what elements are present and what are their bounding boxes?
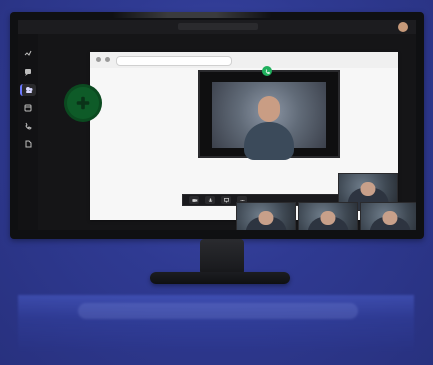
browser-nav-buttons[interactable] [96, 57, 112, 63]
share-screen-icon [223, 197, 229, 203]
back-icon[interactable] [96, 57, 101, 62]
main-participant-video [212, 82, 326, 160]
chat-icon [25, 69, 31, 76]
teams-logo-circle [64, 84, 102, 122]
monitor-reflection [18, 295, 414, 353]
participant-thumbnail[interactable] [236, 202, 296, 230]
rail-activity-button[interactable] [22, 48, 34, 60]
call-status-icon [262, 66, 272, 76]
thumbnail-face [320, 210, 336, 225]
monitor-glare [112, 12, 272, 18]
teams-icon [26, 87, 33, 93]
thumbnail-face [360, 181, 376, 196]
microphone-icon [208, 197, 212, 202]
camera-button[interactable] [189, 196, 199, 204]
forward-icon[interactable] [105, 57, 110, 62]
rail-calls-button[interactable] [22, 120, 34, 132]
rail-teams-button[interactable] [20, 84, 36, 96]
browser-toolbar [90, 52, 398, 69]
teams-search-input[interactable] [178, 23, 258, 30]
camera-icon [191, 198, 197, 202]
share-button[interactable] [221, 196, 231, 204]
browser-address-bar[interactable] [116, 56, 232, 66]
teams-main-area [38, 34, 416, 230]
monitor-screen [18, 20, 416, 230]
user-avatar[interactable] [398, 22, 408, 32]
phone-icon [265, 68, 270, 74]
calls-icon [25, 122, 32, 130]
calendar-icon [24, 104, 32, 112]
reflection-highlight [78, 303, 358, 319]
mic-button[interactable] [205, 196, 215, 204]
monitor-stand-base [150, 272, 290, 284]
teams-top-bar [18, 20, 416, 34]
participant-thumbnail[interactable] [298, 202, 358, 230]
teams-logo-icon [76, 96, 90, 110]
activity-icon [24, 50, 32, 56]
participant-body [244, 122, 294, 160]
monitor-stand-neck [200, 239, 244, 275]
teams-app-rail [18, 34, 39, 230]
participant-thumbnail[interactable] [360, 202, 416, 230]
thumbnail-face [258, 210, 274, 225]
rail-chat-button[interactable] [22, 66, 34, 78]
rail-files-button[interactable] [22, 138, 34, 150]
meeting-video-window [198, 66, 340, 160]
rail-calendar-button[interactable] [22, 102, 34, 114]
files-icon [25, 140, 32, 148]
photo-scene [0, 0, 433, 365]
participant-face [258, 96, 280, 122]
thumbnail-face [382, 210, 398, 225]
